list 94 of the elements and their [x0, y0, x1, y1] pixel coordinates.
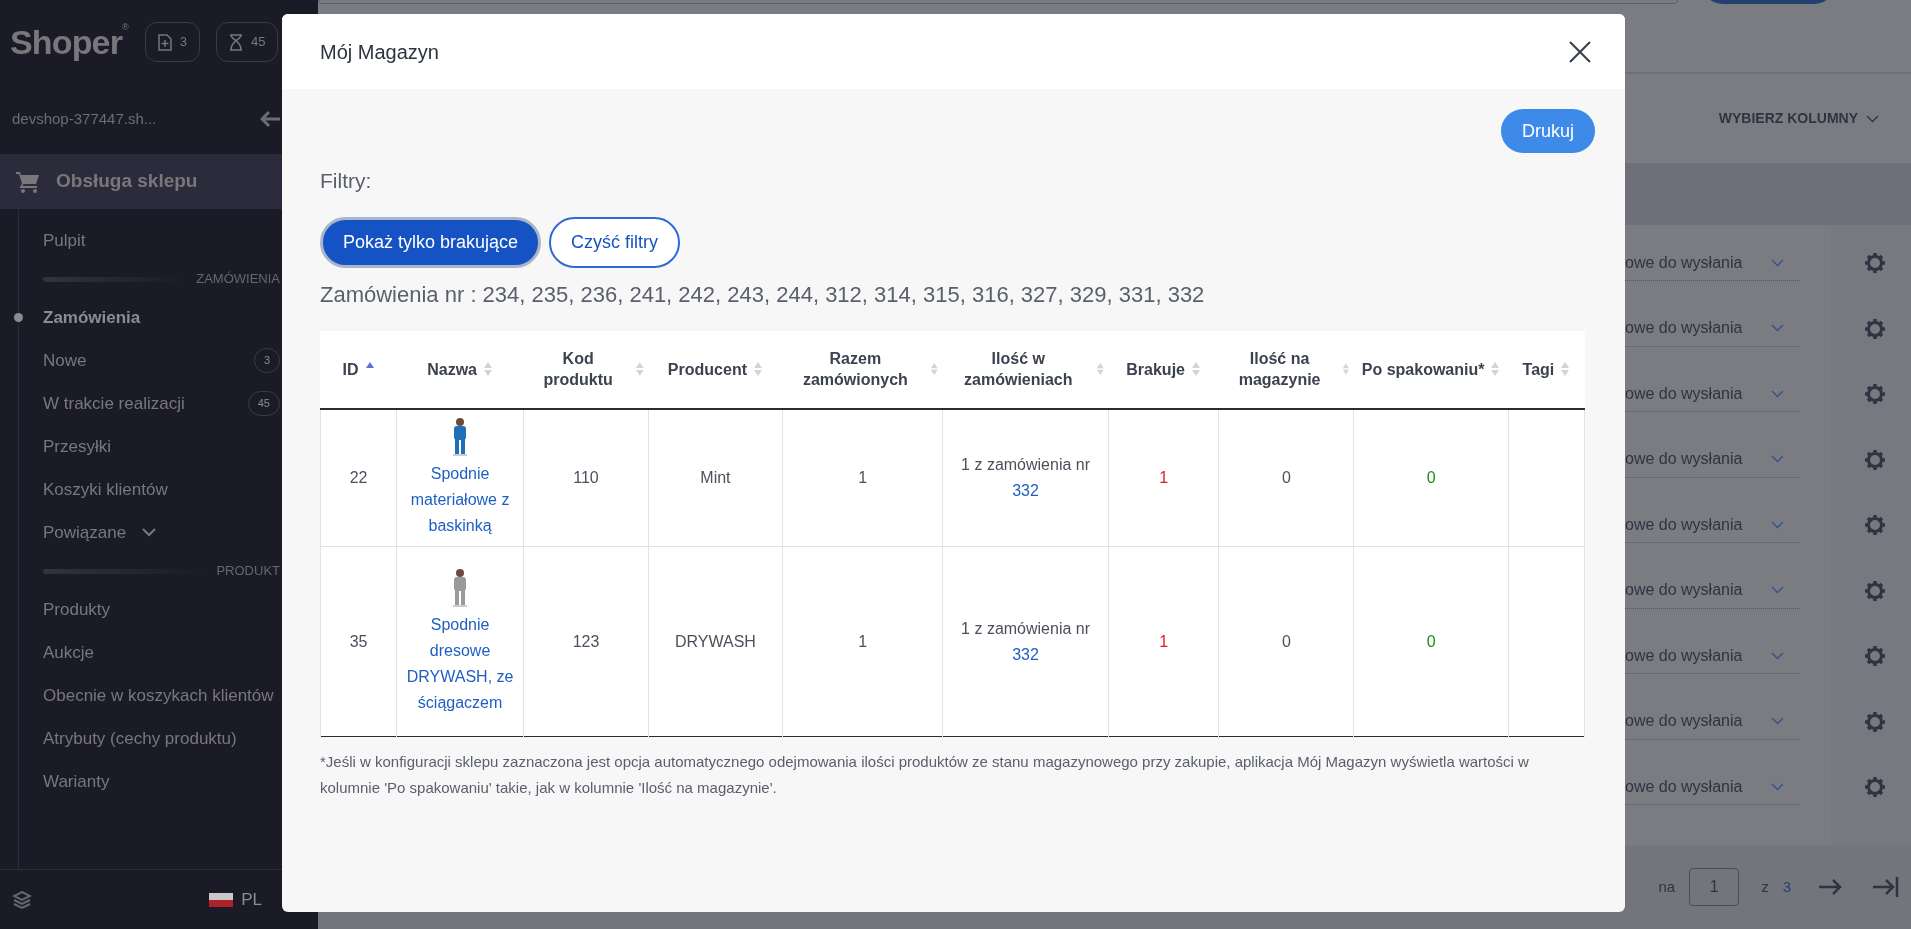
filters-label: Filtry: [320, 168, 373, 194]
settings-icon[interactable] [1864, 710, 1886, 733]
columns-dropdown[interactable]: WYBIERZ KOLUMNY [1718, 108, 1879, 129]
product-link[interactable]: Spodnie materiałowe z baskinką [405, 460, 516, 539]
total-pages-link[interactable]: 3 [1782, 875, 1791, 899]
close-icon[interactable] [1569, 40, 1591, 63]
settings-icon[interactable] [1864, 317, 1886, 340]
header-badge[interactable]: 3 [144, 22, 200, 62]
page-of-label: z [1761, 876, 1769, 897]
language-selector[interactable]: PL [209, 886, 262, 913]
column-header[interactable]: Ilość w zamówieniach [946, 348, 1090, 390]
table-cell: Mint [700, 468, 731, 486]
settings-icon[interactable] [1864, 579, 1886, 602]
sidebar-item[interactable]: W trakcie realizacji 45 [13, 382, 282, 425]
last-page-icon[interactable] [1873, 876, 1899, 898]
chevron-down-icon [1771, 389, 1784, 398]
logo: Shoper [10, 21, 123, 63]
table-cell: 1 [1159, 632, 1169, 650]
hourglass-icon [228, 33, 243, 51]
column-header[interactable]: Producent [667, 358, 747, 380]
table-cell: 22 [349, 468, 368, 486]
order-text: 1 z zamówienia nr 332 [961, 619, 1091, 663]
order-link[interactable]: 332 [1012, 645, 1039, 663]
sidebar-item[interactable]: Nowe 3 [13, 339, 282, 382]
settings-icon[interactable] [1864, 383, 1886, 405]
table-cell: 110 [573, 468, 599, 486]
table-cell: DRYWASH [674, 632, 756, 650]
header-badge[interactable]: 45 [215, 22, 279, 62]
sidebar-item[interactable]: Obecnie w koszykach klientów [13, 674, 282, 717]
settings-icon[interactable] [1864, 252, 1886, 274]
page-field[interactable]: 1 [1689, 868, 1740, 906]
chevron-down-icon [1771, 717, 1784, 725]
column-header[interactable]: Brakuje [1126, 358, 1185, 380]
column-header[interactable]: Ilość na magazynie [1222, 348, 1337, 390]
column-header[interactable]: Po spakowaniu* [1361, 358, 1485, 380]
section-title: Obsługa sklepu [56, 169, 198, 194]
chevron-down-icon [142, 528, 157, 537]
sidebar-item[interactable]: Przesyłki [13, 425, 282, 468]
filter-button[interactable]: Czyść filtry [549, 216, 681, 268]
table-cell: 123 [572, 632, 600, 650]
sidebar-item[interactable]: Koszyki klientów [13, 468, 282, 511]
column-header[interactable]: Kod produktu [527, 348, 629, 390]
sidebar-item[interactable]: Zamówienia [13, 296, 282, 339]
table-cell: 35 [349, 632, 368, 650]
chevron-down-icon [1771, 520, 1784, 529]
sidebar-item[interactable]: Atrybuty (cechy produktu) [13, 717, 282, 760]
registered-mark: ® [122, 20, 129, 32]
filter-button[interactable]: Pokaż tylko brakujące [320, 216, 542, 268]
product-link[interactable]: Spodnie dresowe DRYWASH, ze ściągaczem [405, 611, 516, 716]
sidebar-item[interactable]: Produkty [13, 588, 282, 631]
settings-icon[interactable] [1864, 645, 1886, 667]
column-header[interactable]: Razem zamówionych [786, 348, 925, 390]
table-cell: 1 [858, 632, 868, 650]
settings-icon[interactable] [1864, 514, 1886, 536]
chevron-down-icon [1771, 782, 1784, 791]
section-heading: PRODUKT [216, 562, 280, 581]
table-cell: 1 [1159, 468, 1169, 486]
settings-icon[interactable] [1864, 448, 1886, 471]
order-text: 1 z zamówienia nr 332 [961, 455, 1091, 499]
chevron-down-icon [1866, 114, 1879, 123]
flag-icon [209, 892, 234, 907]
orders-list: Zamówienia nr : 234, 235, 236, 241, 242, 243, 244, 312, 314, 315, 316, 327, 329, 331, 332 [320, 277, 1587, 311]
page-label: na [1658, 876, 1676, 897]
column-header[interactable]: Tagi [1522, 358, 1555, 380]
chevron-down-icon [1771, 324, 1784, 332]
modal-title: Mój Magazyn [320, 39, 439, 65]
sidebar-item[interactable]: Aukcje [13, 631, 282, 674]
document-plus-icon [157, 33, 172, 51]
section-heading: ZAMÓWIENIA [196, 270, 280, 289]
table-cell: 0 [1282, 468, 1291, 486]
cart-icon [16, 170, 40, 193]
column-header[interactable]: Nazwa [427, 358, 477, 380]
table-cell: 0 [1426, 632, 1436, 650]
sidebar-item[interactable]: Powiązane [13, 511, 282, 554]
chevron-down-icon [1771, 651, 1784, 660]
arrow-left-icon [260, 110, 280, 128]
table-cell: 1 [858, 468, 868, 486]
table-cell: 0 [1282, 632, 1291, 650]
settings-icon[interactable] [1864, 776, 1886, 798]
chevron-down-icon [1771, 455, 1784, 463]
print-button[interactable]: Drukuj [1501, 109, 1595, 153]
bullet-icon [14, 313, 23, 322]
column-header[interactable]: ID [342, 358, 359, 380]
sidebar-item[interactable]: Pulpit [13, 219, 282, 262]
arrow-right-icon[interactable] [1819, 878, 1843, 896]
order-link[interactable]: 332 [1012, 481, 1039, 499]
footnote: *Jeśli w konfiguracji sklepu zaznaczona jest opcja automatycznego odejmowania ilości produktów ze stanu magazynowego przy zakupie, aplikacja Mój Magazyn wyświetla wartości w kolumnie 'Po spakowaniu' takie, jak w kolumnie 'Ilość na magazynie'. [320, 752, 1530, 798]
table-cell: 0 [1426, 468, 1436, 486]
sidebar-item[interactable]: Warianty [13, 760, 282, 803]
layers-icon [12, 889, 32, 910]
shop-name: devshop-377447.sh... [12, 108, 157, 129]
section-header[interactable]: Obsługa sklepu [0, 154, 282, 209]
chevron-down-icon [1771, 586, 1784, 594]
chevron-down-icon [1771, 258, 1784, 267]
